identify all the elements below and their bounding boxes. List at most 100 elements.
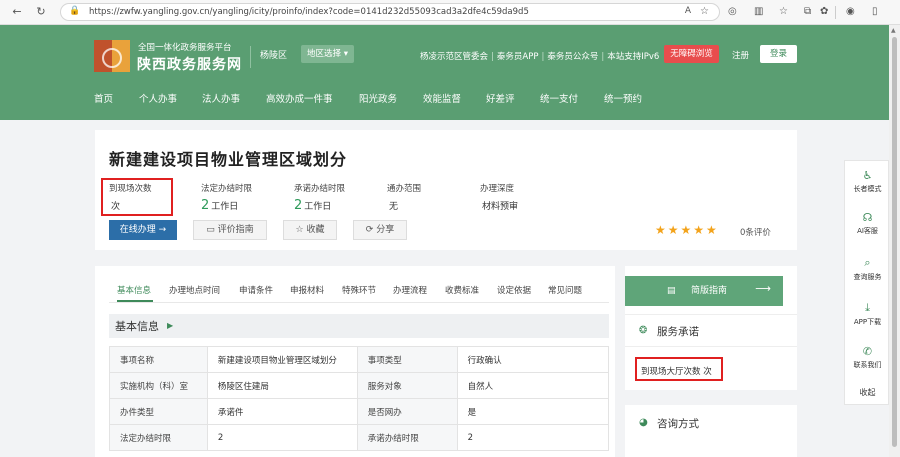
lock-icon: 🔒 — [69, 6, 81, 16]
site-subtitle: 全国一体化政务服务平台 — [138, 43, 232, 53]
document-icon: ▤ — [667, 286, 676, 296]
ai-robot-icon: ☊ — [862, 211, 873, 224]
download-icon: ⤓ — [865, 301, 870, 314]
arrow-right-icon: ⟶ — [755, 282, 771, 295]
scroll-up-icon[interactable]: ▲ — [891, 27, 896, 34]
app-download-button[interactable]: ⤓ APP下载 — [845, 301, 890, 327]
nav-open-gov[interactable]: 阳光政务 — [359, 91, 397, 105]
table-row: 办件类型 承诺件 是否网办 是 — [109, 398, 610, 425]
tab-materials[interactable]: 申报材料 — [290, 284, 324, 296]
tab-special-steps[interactable]: 特殊环节 — [342, 284, 376, 296]
tabs-divider — [109, 302, 609, 303]
copilot-icon[interactable]: ◉ — [846, 6, 855, 17]
stat-scope: 通办范围 无 — [387, 184, 422, 212]
tab-process[interactable]: 办理流程 — [393, 284, 427, 296]
current-region: 杨陵区 — [260, 51, 288, 61]
query-service-button[interactable]: ⌕ 查询服务 — [845, 256, 890, 282]
link-management-committee[interactable]: 杨凌示范区管委会 — [420, 52, 488, 62]
site-logo[interactable] — [94, 40, 130, 72]
phone-icon: ✆ — [862, 345, 873, 358]
address-bar[interactable]: 🔒 https://zwfw.yangling.gov.cn/yangling/… — [60, 3, 720, 21]
elder-icon: ♿ — [862, 169, 873, 182]
table-row: 法定办结时限 2 承诺办结时限 2 — [109, 424, 610, 451]
elder-mode-button[interactable]: ♿ 长者模式 — [845, 169, 890, 194]
badge-icon: ❂ — [639, 325, 648, 336]
back-icon[interactable]: ← — [10, 5, 24, 19]
read-aloud-icon[interactable]: A — [685, 6, 691, 16]
tab-fees[interactable]: 收费标准 — [445, 284, 479, 296]
section-title: 基本信息 — [115, 320, 159, 333]
nav-supervision[interactable]: 效能监督 — [423, 91, 461, 105]
nav-personal[interactable]: 个人办事 — [139, 91, 177, 105]
sync-icon[interactable]: ✿ — [820, 6, 828, 17]
tab-conditions[interactable]: 申请条件 — [239, 284, 273, 296]
search-icon: ⌕ — [864, 256, 871, 269]
nav-legal-person[interactable]: 法人办事 — [202, 91, 240, 105]
consult-icon: ◕ — [639, 417, 648, 428]
split-screen-icon[interactable]: ▥ — [754, 6, 763, 17]
collections-icon[interactable]: ⧉ — [804, 6, 811, 17]
tab-faq[interactable]: 常见问题 — [548, 284, 582, 296]
login-button[interactable]: 登录 — [760, 45, 797, 63]
share-button[interactable]: ⟳ 分享 — [353, 220, 407, 240]
site-title[interactable]: 陕西政务服务网 — [137, 54, 242, 74]
toolbar-divider — [835, 6, 836, 19]
link-wechat[interactable]: 秦务员公众号 — [547, 52, 598, 62]
table-row: 事项名称 新建建设项目物业管理区域划分 事项类型 行政确认 — [109, 346, 610, 373]
side-divider — [625, 314, 797, 315]
page-scrollbar[interactable]: ▲ — [889, 25, 900, 457]
collapse-button[interactable]: 收起 — [845, 385, 890, 398]
floating-toolbar: ♿ 长者模式 ☊ AI客服 ⌕ 查询服务 ⤓ APP下载 ✆ 联系我们 收起 — [844, 160, 889, 405]
contact-us-button[interactable]: ✆ 联系我们 — [845, 345, 890, 370]
table-row: 实施机构（科）室 杨陵区住建局 服务对象 自然人 — [109, 372, 610, 399]
nav-evaluation[interactable]: 好差评 — [486, 91, 515, 105]
barrier-free-button[interactable]: 无障碍浏览 — [664, 45, 719, 63]
link-ipv6[interactable]: 本站支持IPv6 — [607, 52, 659, 62]
page-title: 新建建设项目物业管理区域划分 — [109, 150, 348, 169]
rating-stars: ★★★★★ — [655, 223, 719, 237]
stat-depth: 办理深度 材料预审 — [480, 184, 519, 212]
register-link[interactable]: 注册 — [732, 49, 749, 61]
stat-legal-limit: 法定办结时限 2 工作日 — [201, 184, 253, 213]
tab-basic-info[interactable]: 基本信息 — [117, 284, 151, 296]
detail-card: 基本信息 办理地点时间 申请条件 申报材料 特殊环节 办理流程 收费标准 设定依… — [95, 266, 615, 457]
header-divider — [250, 46, 251, 68]
region-select[interactable]: 地区选择 ▾ — [301, 45, 354, 63]
tab-basis[interactable]: 设定依据 — [497, 284, 531, 296]
site-header: 全国一体化政务服务平台 陕西政务服务网 杨陵区 地区选择 ▾ 杨凌示范区管委会 |… — [0, 25, 889, 120]
contact-title: 咨询方式 — [657, 418, 699, 430]
scrollbar-thumb[interactable] — [892, 37, 897, 447]
basic-info-table: 事项名称 新建建设项目物业管理区域划分 事项类型 行政确认 实施机构（科）室 杨… — [109, 346, 610, 451]
caret-right-icon: ▶ — [167, 321, 174, 330]
item-summary-card: 新建建设项目物业管理区域划分 到现场次数 次 法定办结时限 2 工作日 承诺办结时… — [95, 130, 797, 250]
favorites-icon[interactable]: ☆ — [779, 6, 788, 17]
nav-one-thing[interactable]: 高效办成一件事 — [266, 91, 333, 105]
sidebar-icon[interactable]: ▯ — [872, 6, 878, 17]
rating-count[interactable]: 0条评价 — [740, 226, 771, 238]
favorite-star-icon[interactable]: ☆ — [700, 6, 709, 17]
tab-location-time[interactable]: 办理地点时间 — [169, 284, 220, 296]
side-panel: ▤ 简版指南 ⟶ ❂ 服务承诺 到现场大厅次数 次 — [625, 266, 797, 390]
simple-guide-button[interactable]: ▤ 简版指南 ⟶ — [625, 276, 783, 306]
evaluate-guide-button[interactable]: ▭ 评价指南 — [193, 220, 267, 240]
star-outline-icon: ☆ — [295, 225, 307, 235]
online-handle-button[interactable]: 在线办理 → — [109, 220, 177, 240]
refresh-icon[interactable]: ↻ — [34, 5, 48, 19]
contact-panel: ◕ 咨询方式 — [625, 405, 797, 457]
url-text[interactable]: https://zwfw.yangling.gov.cn/yangling/ic… — [89, 7, 529, 17]
favorite-button[interactable]: ☆ 收藏 — [283, 220, 337, 240]
nav-payment[interactable]: 统一支付 — [540, 91, 578, 105]
top-links: 杨凌示范区管委会 | 秦务员APP | 秦务员公众号 | 本站支持IPv6 — [420, 52, 660, 62]
nav-home[interactable]: 首页 — [94, 91, 113, 105]
basic-info-header: 基本信息 ▶ — [109, 314, 609, 338]
share-icon: ⟳ — [365, 225, 377, 235]
extension-icon[interactable]: ◎ — [728, 6, 737, 17]
side-divider — [625, 346, 797, 347]
comment-icon: ▭ — [206, 225, 218, 235]
stat-promised-limit: 承诺办结时限 2 工作日 — [294, 184, 346, 213]
nav-appointment[interactable]: 统一预约 — [604, 91, 642, 105]
link-app[interactable]: 秦务员APP — [497, 52, 539, 62]
highlight-box — [101, 178, 173, 216]
ai-service-button[interactable]: ☊ AI客服 — [845, 211, 890, 236]
commitment-title: 服务承诺 — [657, 326, 699, 338]
